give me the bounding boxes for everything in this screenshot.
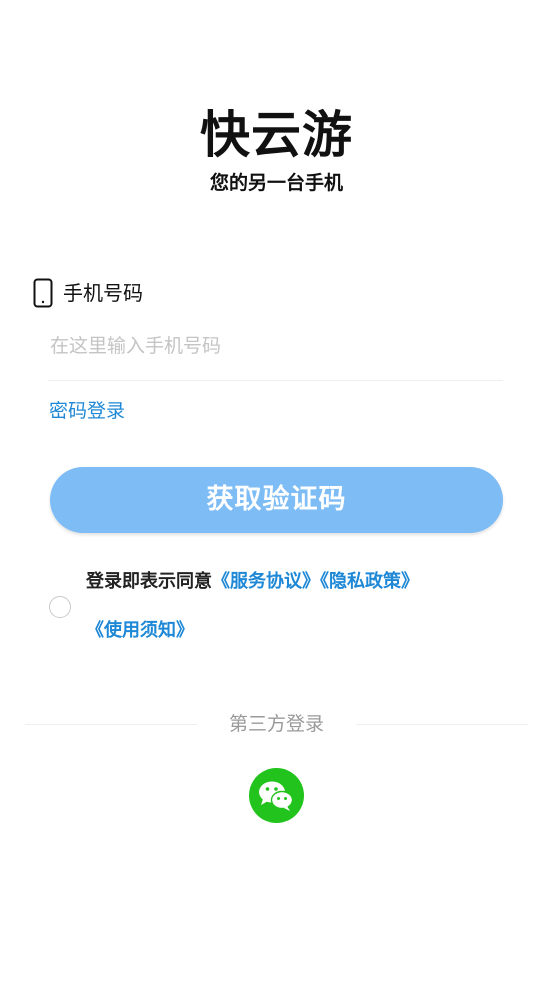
phone-number-label: 手机号码 bbox=[63, 281, 143, 305]
get-verification-code-button[interactable]: 获取验证码 bbox=[50, 467, 503, 533]
third-party-login-divider: 第三方登录 bbox=[25, 708, 528, 740]
input-underline bbox=[48, 380, 503, 381]
privacy-policy-link[interactable]: 《隐私政策》 bbox=[320, 571, 419, 592]
mobile-phone-icon bbox=[33, 278, 53, 308]
service-agreement-link[interactable]: 《服务协议》 bbox=[212, 571, 320, 592]
wechat-icon bbox=[259, 781, 294, 811]
app-slogan: 您的另一台手机 bbox=[209, 172, 343, 194]
phone-number-input[interactable] bbox=[48, 326, 507, 366]
phone-label-row: 手机号码 bbox=[33, 276, 143, 310]
divider-right bbox=[356, 724, 528, 725]
agreement-line-1: 登录即表示同意《服务协议》《隐私政策》 bbox=[86, 566, 419, 598]
agreement-radio[interactable] bbox=[49, 596, 71, 618]
wechat-login-button[interactable] bbox=[249, 768, 304, 823]
agreement-prefix: 登录即表示同意 bbox=[86, 571, 212, 592]
agreement-line-2: 《使用须知》 bbox=[86, 615, 194, 647]
password-login-link[interactable]: 密码登录 bbox=[49, 396, 125, 426]
usage-notice-link[interactable]: 《使用须知》 bbox=[86, 620, 194, 641]
app-title: 快云游 bbox=[200, 106, 353, 164]
